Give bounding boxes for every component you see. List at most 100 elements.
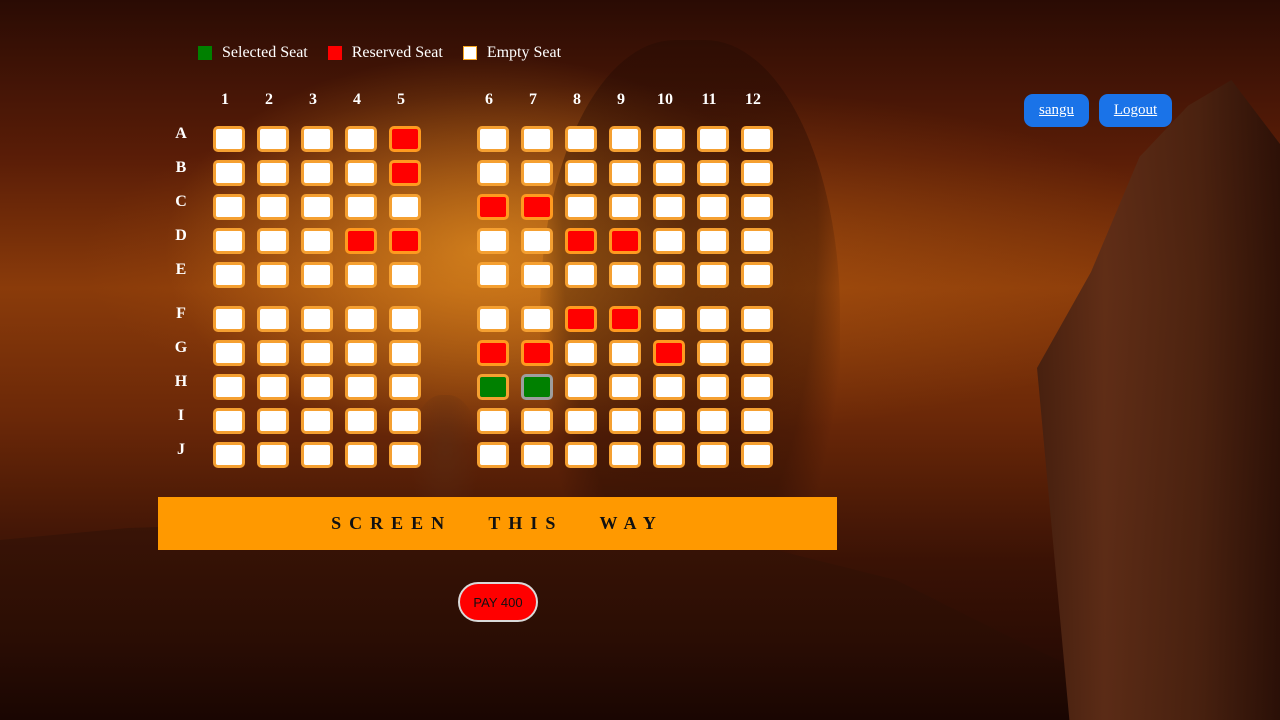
seat-e-3[interactable] [301,262,333,288]
seat-h-7[interactable] [521,374,553,400]
seat-e-11[interactable] [697,262,729,288]
seat-d-4[interactable] [345,228,377,254]
seat-e-5[interactable] [389,262,421,288]
seat-f-1[interactable] [213,306,245,332]
seat-i-6[interactable] [477,408,509,434]
seat-i-7[interactable] [521,408,553,434]
seat-b-4[interactable] [345,160,377,186]
seat-a-8[interactable] [565,126,597,152]
seat-j-5[interactable] [389,442,421,468]
seat-h-10[interactable] [653,374,685,400]
seat-e-9[interactable] [609,262,641,288]
seat-j-8[interactable] [565,442,597,468]
seat-e-10[interactable] [653,262,685,288]
seat-f-6[interactable] [477,306,509,332]
seat-j-3[interactable] [301,442,333,468]
seat-j-7[interactable] [521,442,553,468]
seat-j-2[interactable] [257,442,289,468]
seat-i-12[interactable] [741,408,773,434]
seat-e-2[interactable] [257,262,289,288]
seat-h-5[interactable] [389,374,421,400]
seat-d-11[interactable] [697,228,729,254]
seat-d-9[interactable] [609,228,641,254]
seat-h-2[interactable] [257,374,289,400]
seat-i-2[interactable] [257,408,289,434]
seat-j-1[interactable] [213,442,245,468]
seat-i-8[interactable] [565,408,597,434]
seat-b-8[interactable] [565,160,597,186]
seat-d-3[interactable] [301,228,333,254]
seat-a-2[interactable] [257,126,289,152]
seat-c-1[interactable] [213,194,245,220]
seat-j-11[interactable] [697,442,729,468]
seat-i-1[interactable] [213,408,245,434]
seat-c-6[interactable] [477,194,509,220]
seat-a-6[interactable] [477,126,509,152]
seat-c-3[interactable] [301,194,333,220]
seat-f-11[interactable] [697,306,729,332]
seat-i-10[interactable] [653,408,685,434]
user-profile-button[interactable]: sangu [1024,94,1089,127]
seat-f-3[interactable] [301,306,333,332]
seat-c-12[interactable] [741,194,773,220]
pay-button[interactable]: PAY 400 [458,582,538,622]
seat-j-4[interactable] [345,442,377,468]
seat-d-5[interactable] [389,228,421,254]
seat-c-2[interactable] [257,194,289,220]
seat-g-6[interactable] [477,340,509,366]
seat-f-9[interactable] [609,306,641,332]
seat-b-10[interactable] [653,160,685,186]
seat-b-1[interactable] [213,160,245,186]
seat-a-11[interactable] [697,126,729,152]
seat-d-2[interactable] [257,228,289,254]
logout-button[interactable]: Logout [1099,94,1172,127]
seat-h-9[interactable] [609,374,641,400]
seat-d-7[interactable] [521,228,553,254]
seat-b-7[interactable] [521,160,553,186]
seat-b-3[interactable] [301,160,333,186]
seat-f-8[interactable] [565,306,597,332]
seat-i-9[interactable] [609,408,641,434]
seat-f-12[interactable] [741,306,773,332]
seat-d-8[interactable] [565,228,597,254]
seat-g-1[interactable] [213,340,245,366]
seat-g-12[interactable] [741,340,773,366]
seat-j-6[interactable] [477,442,509,468]
seat-a-9[interactable] [609,126,641,152]
seat-g-8[interactable] [565,340,597,366]
seat-h-4[interactable] [345,374,377,400]
seat-b-11[interactable] [697,160,729,186]
seat-h-6[interactable] [477,374,509,400]
seat-g-4[interactable] [345,340,377,366]
seat-e-8[interactable] [565,262,597,288]
seat-b-12[interactable] [741,160,773,186]
seat-h-3[interactable] [301,374,333,400]
seat-d-10[interactable] [653,228,685,254]
seat-a-12[interactable] [741,126,773,152]
seat-b-9[interactable] [609,160,641,186]
seat-d-12[interactable] [741,228,773,254]
seat-e-1[interactable] [213,262,245,288]
seat-e-7[interactable] [521,262,553,288]
seat-i-3[interactable] [301,408,333,434]
seat-a-3[interactable] [301,126,333,152]
seat-g-7[interactable] [521,340,553,366]
seat-d-1[interactable] [213,228,245,254]
seat-c-4[interactable] [345,194,377,220]
seat-h-12[interactable] [741,374,773,400]
seat-a-5[interactable] [389,126,421,152]
seat-c-8[interactable] [565,194,597,220]
seat-f-4[interactable] [345,306,377,332]
seat-e-4[interactable] [345,262,377,288]
seat-c-11[interactable] [697,194,729,220]
seat-h-11[interactable] [697,374,729,400]
seat-i-5[interactable] [389,408,421,434]
seat-e-12[interactable] [741,262,773,288]
seat-f-2[interactable] [257,306,289,332]
seat-g-11[interactable] [697,340,729,366]
seat-j-10[interactable] [653,442,685,468]
seat-i-11[interactable] [697,408,729,434]
seat-b-6[interactable] [477,160,509,186]
seat-c-5[interactable] [389,194,421,220]
seat-b-5[interactable] [389,160,421,186]
